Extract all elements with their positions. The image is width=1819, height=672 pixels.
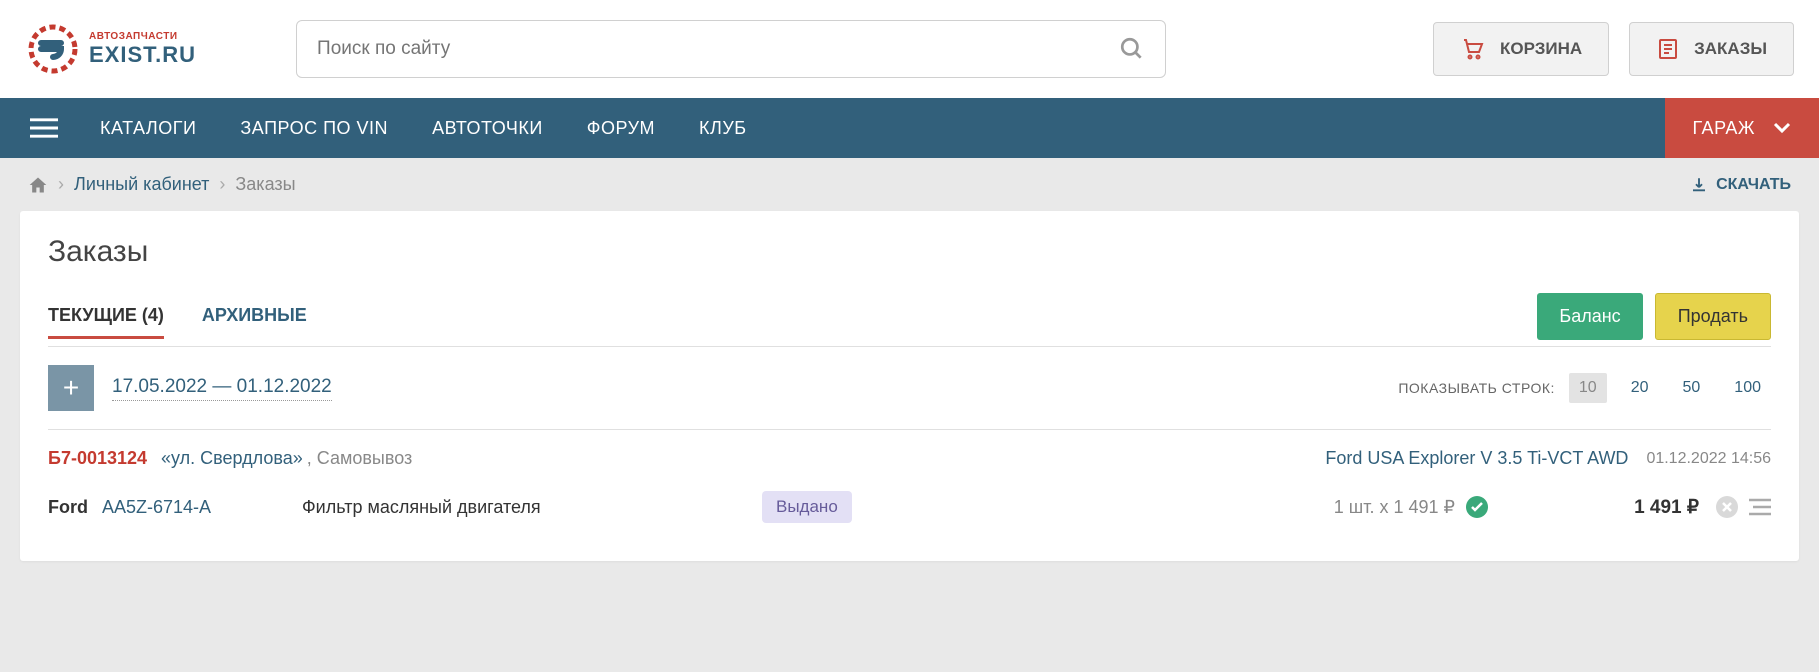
balance-button[interactable]: Баланс (1537, 293, 1642, 340)
order-pickup: , Самовывоз (307, 448, 413, 469)
add-filter-button[interactable]: + (48, 365, 94, 411)
rows-100[interactable]: 100 (1724, 373, 1771, 403)
check-icon (1465, 495, 1489, 519)
breadcrumb-sep: › (219, 174, 225, 195)
search-box[interactable] (296, 20, 1166, 78)
nav-forum[interactable]: ФОРУМ (565, 118, 677, 139)
download-button[interactable]: СКАЧАТЬ (1690, 176, 1791, 194)
orders-button[interactable]: ЗАКАЗЫ (1629, 22, 1794, 76)
close-icon[interactable] (1715, 495, 1739, 519)
orders-list-icon (1656, 37, 1680, 61)
orders-label: ЗАКАЗЫ (1694, 39, 1767, 59)
search-icon[interactable] (1119, 36, 1145, 62)
order-header: Б7-0013124 «ул. Свердлова» , Самовывоз F… (48, 430, 1771, 477)
nav-autopoints[interactable]: АВТОТОЧКИ (410, 118, 565, 139)
sell-button[interactable]: Продать (1655, 293, 1771, 340)
chevron-down-icon (1773, 122, 1791, 134)
rows-label: ПОКАЗЫВАТЬ СТРОК: (1398, 380, 1555, 396)
download-icon (1690, 176, 1708, 194)
line-total: 1 491 ₽ (1589, 496, 1699, 519)
home-icon[interactable] (28, 175, 48, 195)
garage-label: ГАРАЖ (1693, 118, 1755, 139)
order-number[interactable]: Б7-0013124 (48, 448, 147, 469)
cart-button[interactable]: КОРЗИНА (1433, 22, 1609, 76)
rows-20[interactable]: 20 (1621, 373, 1659, 403)
menu-icon[interactable] (1749, 498, 1771, 516)
part-code[interactable]: AA5Z-6714-A (102, 497, 262, 518)
tab-archive[interactable]: АРХИВНЫЕ (202, 301, 307, 339)
nav-catalogs[interactable]: КАТАЛОГИ (78, 118, 218, 139)
order-line: Ford AA5Z-6714-A Фильтр масляный двигате… (48, 477, 1771, 537)
breadcrumb: › Личный кабинет › Заказы (28, 174, 296, 195)
part-description: Фильтр масляный двигателя (302, 497, 742, 518)
rows-10[interactable]: 10 (1569, 373, 1607, 403)
qty-price: 1 шт. x 1 491 ₽ (1334, 497, 1455, 518)
breadcrumb-current: Заказы (235, 174, 295, 195)
order-datetime: 01.12.2022 14:56 (1646, 450, 1771, 468)
cart-label: КОРЗИНА (1500, 39, 1582, 59)
order-vehicle[interactable]: Ford USA Explorer V 3.5 Ti-VCT AWD (1325, 448, 1628, 469)
status-badge: Выдано (762, 491, 852, 523)
breadcrumb-sep: › (58, 174, 64, 195)
hamburger-icon[interactable] (30, 117, 58, 139)
garage-button[interactable]: ГАРАЖ (1665, 98, 1819, 158)
part-brand: Ford (48, 497, 92, 518)
date-range[interactable]: 17.05.2022 — 01.12.2022 (112, 376, 332, 401)
search-input[interactable] (317, 38, 1119, 60)
nav-vin[interactable]: ЗАПРОС ПО VIN (218, 118, 410, 139)
order-address[interactable]: «ул. Свердлова» (161, 448, 303, 469)
logo-title: EXIST.RU (89, 42, 196, 68)
breadcrumb-personal[interactable]: Личный кабинет (74, 174, 209, 195)
logo[interactable]: АВТОЗАПЧАСТИ EXIST.RU (25, 21, 196, 77)
tab-current[interactable]: ТЕКУЩИЕ (4) (48, 301, 164, 339)
cart-icon (1460, 37, 1486, 61)
download-label: СКАЧАТЬ (1716, 176, 1791, 194)
logo-subtitle: АВТОЗАПЧАСТИ (89, 31, 196, 42)
page-title: Заказы (48, 235, 1771, 269)
logo-gear-icon (25, 21, 81, 77)
nav-club[interactable]: КЛУБ (677, 118, 769, 139)
rows-50[interactable]: 50 (1673, 373, 1711, 403)
